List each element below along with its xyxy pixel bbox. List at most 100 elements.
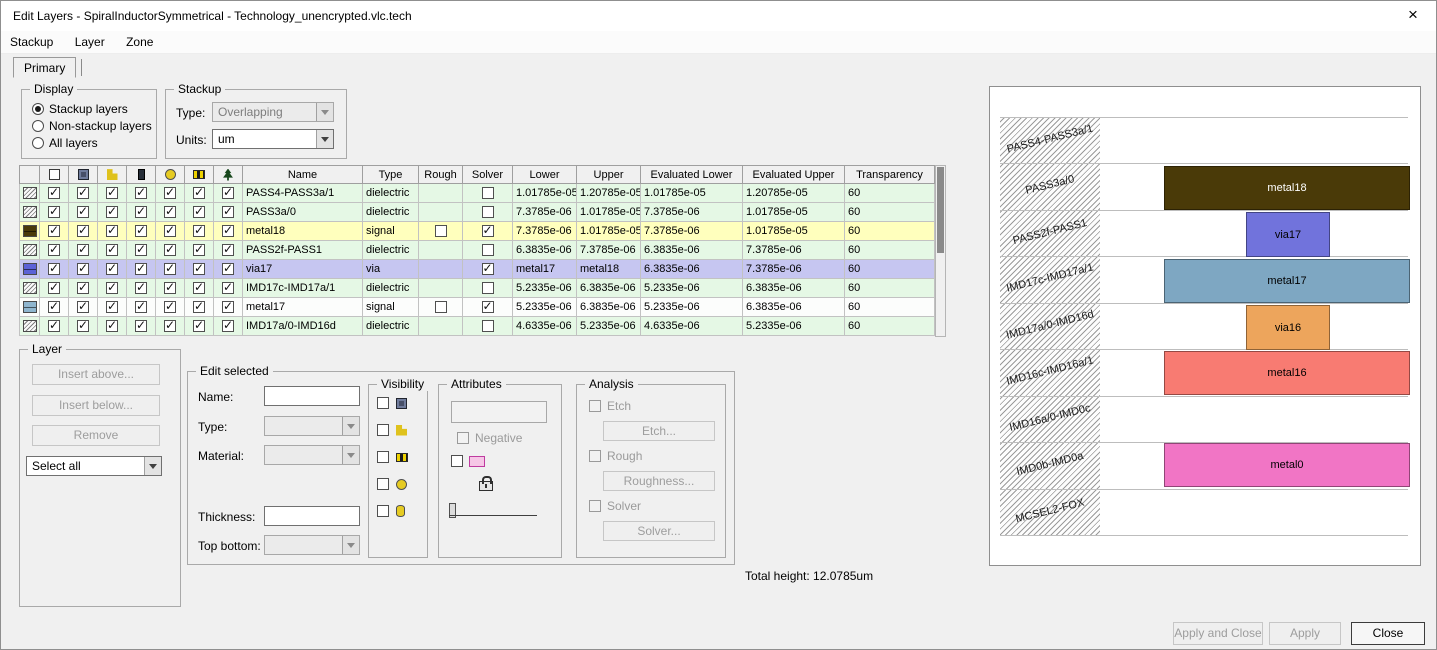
viz-bar-via17[interactable]: via17: [1246, 212, 1330, 257]
row-checkbox[interactable]: [48, 204, 60, 219]
cell-name[interactable]: metal17: [242, 297, 363, 317]
cell-transparency[interactable]: 60: [844, 221, 935, 241]
row-checkbox[interactable]: [222, 185, 234, 200]
scrollbar-thumb[interactable]: [937, 167, 944, 253]
row-checkbox[interactable]: [77, 185, 89, 200]
row-checkbox[interactable]: [164, 242, 176, 257]
column-header-hole-circle-icon[interactable]: [155, 165, 185, 184]
cell-type[interactable]: via: [362, 259, 419, 279]
visibility-toggle-checkbox[interactable]: [377, 505, 389, 517]
row-checkbox[interactable]: [48, 223, 60, 238]
table-row[interactable]: metal17signal5.2335e-066.3835e-065.2335e…: [19, 297, 935, 317]
cell-evaluated-lower[interactable]: 6.3835e-06: [640, 240, 743, 260]
row-checkbox[interactable]: [106, 261, 118, 276]
row-checkbox[interactable]: [77, 204, 89, 219]
cell-solver[interactable]: [462, 240, 513, 260]
cell-type[interactable]: dielectric: [362, 202, 419, 222]
viz-bar-metal16[interactable]: metal16: [1164, 351, 1410, 395]
cell-rough[interactable]: [418, 183, 463, 203]
cell-rough[interactable]: [418, 297, 463, 317]
row-checkbox[interactable]: [193, 299, 205, 314]
cell-rough[interactable]: [418, 202, 463, 222]
column-header-name[interactable]: Name: [242, 165, 363, 184]
cell-evaluated-upper[interactable]: 6.3835e-06: [742, 278, 845, 298]
rough-checkbox[interactable]: [434, 301, 447, 314]
cell-lower[interactable]: 4.6335e-06: [512, 316, 577, 336]
viz-bar-metal18[interactable]: metal18: [1164, 166, 1410, 210]
column-header-transparency[interactable]: Transparency: [844, 165, 935, 184]
row-checkbox[interactable]: [77, 280, 89, 295]
cell-upper[interactable]: 1.01785e-05: [576, 202, 641, 222]
solver-checkbox[interactable]: [481, 206, 494, 219]
cell-name[interactable]: IMD17c-IMD17a/1: [242, 278, 363, 298]
row-checkbox[interactable]: [222, 204, 234, 219]
cell-lower[interactable]: 1.01785e-05: [512, 183, 577, 203]
table-row[interactable]: metal18signal7.3785e-061.01785e-057.3785…: [19, 221, 935, 241]
radio-all-layers[interactable]: All layers: [32, 136, 98, 150]
cell-evaluated-upper[interactable]: 7.3785e-06: [742, 240, 845, 260]
row-checkbox[interactable]: [222, 318, 234, 333]
radio-icon[interactable]: [32, 137, 44, 149]
column-header-battery-icon[interactable]: [184, 165, 214, 184]
row-checkbox[interactable]: [193, 280, 205, 295]
row-checkbox[interactable]: [135, 204, 147, 219]
cell-transparency[interactable]: 60: [844, 278, 935, 298]
row-checkbox[interactable]: [135, 242, 147, 257]
cell-solver[interactable]: [462, 278, 513, 298]
row-checkbox[interactable]: [135, 185, 147, 200]
color-checkbox[interactable]: [451, 455, 463, 467]
cell-name[interactable]: PASS4-PASS3a/1: [242, 183, 363, 203]
cell-transparency[interactable]: 60: [844, 259, 935, 279]
row-checkbox[interactable]: [222, 280, 234, 295]
cell-evaluated-lower[interactable]: 4.6335e-06: [640, 316, 743, 336]
row-checkbox[interactable]: [222, 261, 234, 276]
table-row[interactable]: via17via metal17metal186.3835e-067.3785e-…: [19, 259, 935, 279]
rough-checkbox[interactable]: [434, 225, 447, 238]
cell-evaluated-upper[interactable]: 1.01785e-05: [742, 202, 845, 222]
row-checkbox[interactable]: [106, 280, 118, 295]
cell-transparency[interactable]: 60: [844, 240, 935, 260]
solver-checkbox[interactable]: [481, 282, 494, 295]
cell-upper[interactable]: 5.2335e-06: [576, 316, 641, 336]
cell-type[interactable]: dielectric: [362, 316, 419, 336]
row-checkbox[interactable]: [222, 299, 234, 314]
row-checkbox[interactable]: [106, 242, 118, 257]
cell-upper[interactable]: 1.20785e-05: [576, 183, 641, 203]
row-checkbox[interactable]: [48, 299, 60, 314]
row-checkbox[interactable]: [193, 204, 205, 219]
cell-solver[interactable]: [462, 202, 513, 222]
cell-upper[interactable]: 1.01785e-05: [576, 221, 641, 241]
cell-transparency[interactable]: 60: [844, 297, 935, 317]
pattern-button[interactable]: [451, 401, 547, 423]
row-checkbox[interactable]: [106, 318, 118, 333]
row-checkbox[interactable]: [164, 318, 176, 333]
solver-checkbox[interactable]: [481, 187, 494, 200]
viz-bar-metal17[interactable]: metal17: [1164, 259, 1410, 303]
solver-checkbox[interactable]: [481, 299, 494, 314]
cell-evaluated-upper[interactable]: 1.20785e-05: [742, 183, 845, 203]
cell-upper[interactable]: metal18: [576, 259, 641, 279]
cell-name[interactable]: metal18: [242, 221, 363, 241]
cell-transparency[interactable]: 60: [844, 316, 935, 336]
column-header-lower[interactable]: Lower: [512, 165, 577, 184]
tab-primary[interactable]: Primary: [13, 57, 77, 78]
table-row[interactable]: IMD17c-IMD17a/1dielectric5.2335e-066.383…: [19, 278, 935, 298]
cell-type[interactable]: dielectric: [362, 183, 419, 203]
cell-solver[interactable]: [462, 259, 513, 279]
menu-zone[interactable]: Zone: [117, 31, 162, 54]
cell-rough[interactable]: [418, 278, 463, 298]
row-checkbox[interactable]: [135, 280, 147, 295]
select-all-dropdown[interactable]: Select all: [26, 456, 162, 476]
column-header-rough[interactable]: Rough: [418, 165, 463, 184]
cell-rough[interactable]: [418, 240, 463, 260]
cell-lower[interactable]: 7.3785e-06: [512, 221, 577, 241]
cell-name[interactable]: PASS3a/0: [242, 202, 363, 222]
viz-bar-metal0[interactable]: metal0: [1164, 443, 1410, 487]
close-button[interactable]: Close: [1351, 622, 1425, 645]
solver-checkbox[interactable]: [481, 223, 494, 238]
visibility-toggle-checkbox[interactable]: [377, 424, 389, 436]
radio-icon[interactable]: [32, 120, 44, 132]
row-checkbox[interactable]: [106, 185, 118, 200]
column-header-via-shape-icon[interactable]: [97, 165, 127, 184]
solver-checkbox[interactable]: [481, 320, 494, 333]
